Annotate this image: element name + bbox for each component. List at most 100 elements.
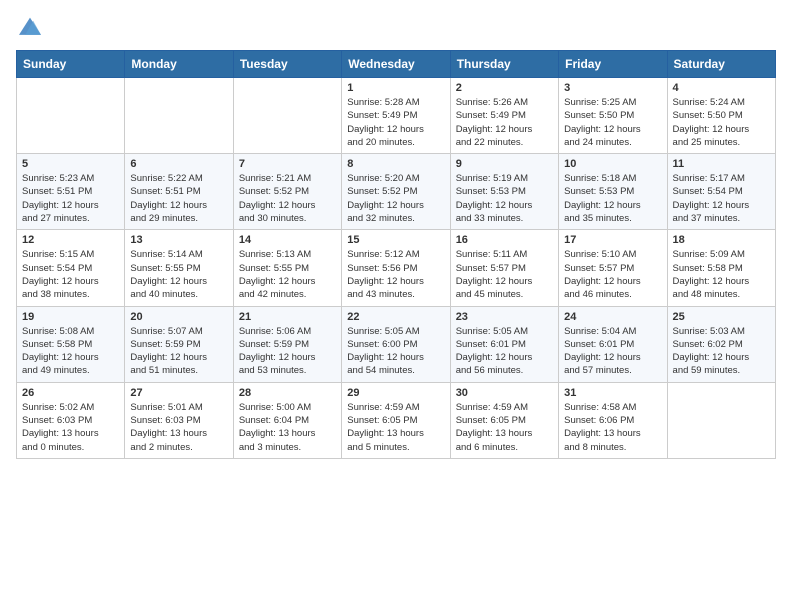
day-info: Sunrise: 5:25 AM Sunset: 5:50 PM Dayligh… <box>564 96 661 149</box>
day-info: Sunrise: 5:20 AM Sunset: 5:52 PM Dayligh… <box>347 172 444 225</box>
calendar-cell: 19 Sunrise: 5:08 AM Sunset: 5:58 PM Dayli… <box>17 306 125 382</box>
calendar-cell <box>125 78 233 154</box>
day-number: 10 <box>564 158 661 170</box>
calendar-cell: 21 Sunrise: 5:06 AM Sunset: 5:59 PM Dayli… <box>233 306 341 382</box>
day-info: Sunrise: 5:26 AM Sunset: 5:49 PM Dayligh… <box>456 96 553 149</box>
day-info: Sunrise: 5:14 AM Sunset: 5:55 PM Dayligh… <box>130 248 227 301</box>
day-info: Sunrise: 5:19 AM Sunset: 5:53 PM Dayligh… <box>456 172 553 225</box>
day-info: Sunrise: 5:28 AM Sunset: 5:49 PM Dayligh… <box>347 96 444 149</box>
weekday-header-wednesday: Wednesday <box>342 51 450 78</box>
calendar-cell: 16 Sunrise: 5:11 AM Sunset: 5:57 PM Dayli… <box>450 230 558 306</box>
calendar-cell: 24 Sunrise: 5:04 AM Sunset: 6:01 PM Dayli… <box>559 306 667 382</box>
day-info: Sunrise: 5:05 AM Sunset: 6:00 PM Dayligh… <box>347 325 444 378</box>
day-number: 31 <box>564 387 661 399</box>
day-info: Sunrise: 5:23 AM Sunset: 5:51 PM Dayligh… <box>22 172 119 225</box>
calendar-week-4: 19 Sunrise: 5:08 AM Sunset: 5:58 PM Dayli… <box>17 306 776 382</box>
calendar-cell: 2 Sunrise: 5:26 AM Sunset: 5:49 PM Daylig… <box>450 78 558 154</box>
day-info: Sunrise: 5:13 AM Sunset: 5:55 PM Dayligh… <box>239 248 336 301</box>
weekday-header-monday: Monday <box>125 51 233 78</box>
day-number: 23 <box>456 311 553 323</box>
calendar-cell: 22 Sunrise: 5:05 AM Sunset: 6:00 PM Dayli… <box>342 306 450 382</box>
day-info: Sunrise: 4:59 AM Sunset: 6:05 PM Dayligh… <box>456 401 553 454</box>
calendar-cell: 17Sunrise: 5:10 AM Sunset: 5:57 PM Dayli… <box>559 230 667 306</box>
calendar-cell: 26 Sunrise: 5:02 AM Sunset: 6:03 PM Dayli… <box>17 382 125 458</box>
day-number: 27 <box>130 387 227 399</box>
calendar-cell: 20Sunrise: 5:07 AM Sunset: 5:59 PM Dayli… <box>125 306 233 382</box>
day-info: Sunrise: 4:59 AM Sunset: 6:05 PM Dayligh… <box>347 401 444 454</box>
day-info: Sunrise: 5:09 AM Sunset: 5:58 PM Dayligh… <box>673 248 770 301</box>
day-info: Sunrise: 5:06 AM Sunset: 5:59 PM Dayligh… <box>239 325 336 378</box>
calendar-cell: 11Sunrise: 5:17 AM Sunset: 5:54 PM Dayli… <box>667 154 775 230</box>
calendar-cell: 6 Sunrise: 5:22 AM Sunset: 5:51 PM Daylig… <box>125 154 233 230</box>
calendar-cell: 1 Sunrise: 5:28 AM Sunset: 5:49 PM Daylig… <box>342 78 450 154</box>
calendar-cell: 30 Sunrise: 4:59 AM Sunset: 6:05 PM Dayli… <box>450 382 558 458</box>
day-info: Sunrise: 5:05 AM Sunset: 6:01 PM Dayligh… <box>456 325 553 378</box>
calendar-table: SundayMondayTuesdayWednesdayThursdayFrid… <box>16 50 776 459</box>
day-info: Sunrise: 5:01 AM Sunset: 6:03 PM Dayligh… <box>130 401 227 454</box>
logo <box>16 16 46 38</box>
calendar-body: 1 Sunrise: 5:28 AM Sunset: 5:49 PM Daylig… <box>17 78 776 459</box>
day-number: 25 <box>673 311 770 323</box>
day-info: Sunrise: 5:10 AM Sunset: 5:57 PM Dayligh… <box>564 248 661 301</box>
logo-icon <box>16 16 44 38</box>
weekday-header-thursday: Thursday <box>450 51 558 78</box>
day-number: 2 <box>456 82 553 94</box>
calendar-cell: 8 Sunrise: 5:20 AM Sunset: 5:52 PM Daylig… <box>342 154 450 230</box>
day-number: 29 <box>347 387 444 399</box>
day-info: Sunrise: 5:11 AM Sunset: 5:57 PM Dayligh… <box>456 248 553 301</box>
calendar-cell: 27 Sunrise: 5:01 AM Sunset: 6:03 PM Dayli… <box>125 382 233 458</box>
day-info: Sunrise: 5:00 AM Sunset: 6:04 PM Dayligh… <box>239 401 336 454</box>
weekday-header-saturday: Saturday <box>667 51 775 78</box>
calendar-cell: 23 Sunrise: 5:05 AM Sunset: 6:01 PM Dayli… <box>450 306 558 382</box>
calendar-cell: 31 Sunrise: 4:58 AM Sunset: 6:06 PM Dayli… <box>559 382 667 458</box>
day-number: 18 <box>673 234 770 246</box>
calendar-week-1: 1 Sunrise: 5:28 AM Sunset: 5:49 PM Daylig… <box>17 78 776 154</box>
day-number: 8 <box>347 158 444 170</box>
day-number: 6 <box>130 158 227 170</box>
weekday-header-friday: Friday <box>559 51 667 78</box>
day-number: 28 <box>239 387 336 399</box>
day-number: 9 <box>456 158 553 170</box>
calendar-cell: 25 Sunrise: 5:03 AM Sunset: 6:02 PM Dayli… <box>667 306 775 382</box>
day-number: 16 <box>456 234 553 246</box>
day-number: 24 <box>564 311 661 323</box>
day-number: 1 <box>347 82 444 94</box>
day-info: Sunrise: 4:58 AM Sunset: 6:06 PM Dayligh… <box>564 401 661 454</box>
day-number: 26 <box>22 387 119 399</box>
calendar-cell: 18 Sunrise: 5:09 AM Sunset: 5:58 PM Dayli… <box>667 230 775 306</box>
calendar-week-5: 26 Sunrise: 5:02 AM Sunset: 6:03 PM Dayli… <box>17 382 776 458</box>
calendar-cell: 5 Sunrise: 5:23 AM Sunset: 5:51 PM Daylig… <box>17 154 125 230</box>
weekday-header-sunday: Sunday <box>17 51 125 78</box>
day-number: 22 <box>347 311 444 323</box>
calendar-header: SundayMondayTuesdayWednesdayThursdayFrid… <box>17 51 776 78</box>
day-info: Sunrise: 5:03 AM Sunset: 6:02 PM Dayligh… <box>673 325 770 378</box>
day-number: 20 <box>130 311 227 323</box>
weekday-header-tuesday: Tuesday <box>233 51 341 78</box>
calendar-cell <box>233 78 341 154</box>
day-info: Sunrise: 5:02 AM Sunset: 6:03 PM Dayligh… <box>22 401 119 454</box>
day-number: 11 <box>673 158 770 170</box>
day-number: 19 <box>22 311 119 323</box>
calendar-week-3: 12Sunrise: 5:15 AM Sunset: 5:54 PM Dayli… <box>17 230 776 306</box>
day-number: 15 <box>347 234 444 246</box>
calendar-cell: 29 Sunrise: 4:59 AM Sunset: 6:05 PM Dayli… <box>342 382 450 458</box>
calendar-cell: 4 Sunrise: 5:24 AM Sunset: 5:50 PM Daylig… <box>667 78 775 154</box>
day-info: Sunrise: 5:08 AM Sunset: 5:58 PM Dayligh… <box>22 325 119 378</box>
calendar-cell: 10Sunrise: 5:18 AM Sunset: 5:53 PM Dayli… <box>559 154 667 230</box>
calendar-cell <box>17 78 125 154</box>
day-number: 21 <box>239 311 336 323</box>
calendar-cell <box>667 382 775 458</box>
calendar-cell: 15 Sunrise: 5:12 AM Sunset: 5:56 PM Dayli… <box>342 230 450 306</box>
day-info: Sunrise: 5:15 AM Sunset: 5:54 PM Dayligh… <box>22 248 119 301</box>
day-info: Sunrise: 5:24 AM Sunset: 5:50 PM Dayligh… <box>673 96 770 149</box>
day-number: 5 <box>22 158 119 170</box>
day-info: Sunrise: 5:22 AM Sunset: 5:51 PM Dayligh… <box>130 172 227 225</box>
calendar-cell: 9 Sunrise: 5:19 AM Sunset: 5:53 PM Daylig… <box>450 154 558 230</box>
day-info: Sunrise: 5:12 AM Sunset: 5:56 PM Dayligh… <box>347 248 444 301</box>
day-info: Sunrise: 5:04 AM Sunset: 6:01 PM Dayligh… <box>564 325 661 378</box>
weekday-header-row: SundayMondayTuesdayWednesdayThursdayFrid… <box>17 51 776 78</box>
page-header <box>16 16 776 38</box>
day-number: 4 <box>673 82 770 94</box>
day-number: 7 <box>239 158 336 170</box>
day-number: 30 <box>456 387 553 399</box>
